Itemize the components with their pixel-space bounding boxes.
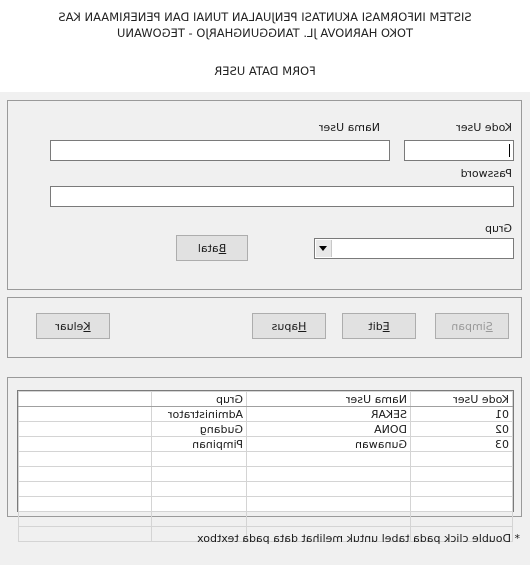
keluar-label: eluar [55,319,84,333]
simpan-label: impan [451,319,486,333]
table-row[interactable]: 02 DONA Gudang [18,421,513,437]
empty-row [18,481,513,497]
column-header-grup[interactable]: Grup [151,391,247,407]
column-header-nama-user[interactable]: Nama User [246,391,411,407]
cell-grup: Administrator [151,406,247,422]
nama-user-label: Nama User [319,121,380,134]
keluar-button[interactable]: Keluar [36,313,110,339]
empty-row [18,511,513,527]
cell-grup: Gudang [151,421,247,437]
edit-button[interactable]: Edit [342,313,416,339]
form-title: FORM DATA USER [214,64,316,78]
batal-hotkey: B [218,241,227,255]
edit-hotkey: E [382,319,390,333]
empty-row [18,466,513,482]
hapus-label: apus [271,319,299,333]
column-header-empty [18,391,152,407]
grup-label: Grup [484,222,512,235]
nama-user-input[interactable] [50,140,390,161]
password-label: Password [460,167,512,180]
text-caret [509,144,510,157]
chevron-down-icon[interactable] [316,240,332,257]
table-row[interactable]: 03 Gunawan Pimpinan [18,436,513,452]
cell-nama-user: SEKAR [246,406,411,422]
cell-kode-user: 02 [410,421,513,437]
cell-empty [18,421,152,437]
hapus-hotkey: H [298,319,307,333]
system-title: SISTEM INFORMASI AKUNTASI PENJUALAN TUNA… [58,10,472,24]
password-input[interactable] [50,186,514,207]
cell-nama-user: Gunawan [246,436,411,452]
empty-row [18,496,513,512]
simpan-button[interactable]: Simpan [435,313,509,339]
simpan-hotkey: S [485,319,493,333]
batal-label: atal [197,241,219,255]
cell-grup: Pimpinan [151,436,247,452]
cell-kode-user: 01 [410,406,513,422]
table-row[interactable]: 01 SEKAR Administrator [18,406,513,422]
batal-button[interactable]: Batal [176,235,248,261]
cell-nama-user: DONA [246,421,411,437]
cell-empty [18,406,152,422]
store-title: TOKO HARNOVA JL. TANGGUNGHARJO - TEGOWAN… [116,26,414,40]
table-header-row: Kode User Nama User Grup [18,391,513,407]
mirrored-content: SISTEM INFORMASI AKUNTASI PENJUALAN TUNA… [0,0,530,565]
hapus-button[interactable]: Hapus [252,313,326,339]
user-table-grid: Kode User Nama User Grup 01 SEKAR Admini… [18,391,513,542]
kode-user-input[interactable] [404,140,514,161]
cell-empty [18,436,152,452]
kode-user-label: Kode User [456,121,512,134]
form-data-user-window: SISTEM INFORMASI AKUNTASI PENJUALAN TUNA… [0,0,530,565]
user-table[interactable]: Kode User Nama User Grup 01 SEKAR Admini… [17,390,514,542]
empty-row [18,451,513,467]
column-header-kode-user[interactable]: Kode User [410,391,513,407]
edit-label: dit [368,319,383,333]
keluar-hotkey: K [83,319,91,333]
cell-kode-user: 03 [410,436,513,452]
grup-select[interactable] [314,238,514,259]
footnote: * Double click pada tabel untuk melihat … [197,532,520,545]
